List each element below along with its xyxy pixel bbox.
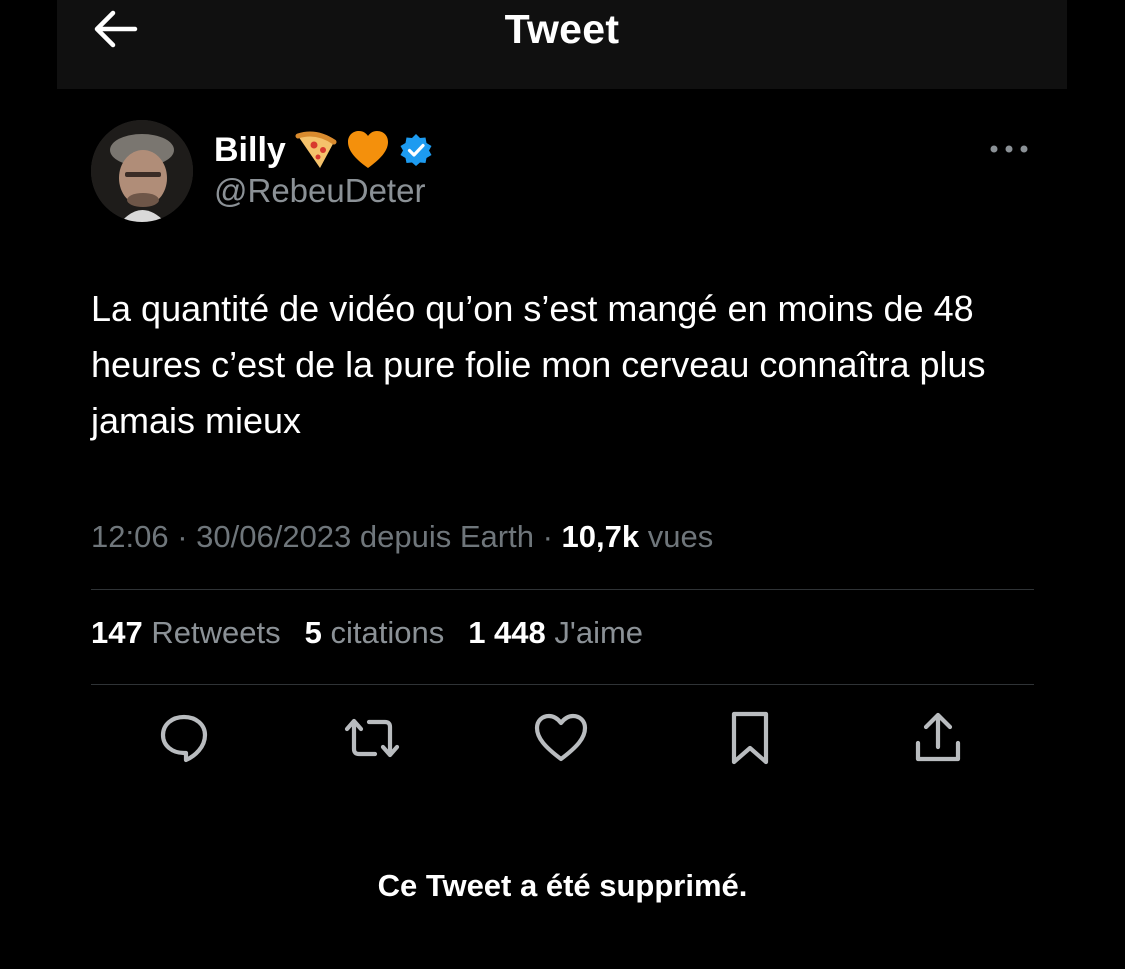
tweet-source: depuis Earth	[359, 519, 534, 554]
author-handle[interactable]: @RebeuDeter	[214, 172, 425, 210]
bookmark-icon	[728, 710, 772, 771]
retweets-stat[interactable]: 147 Retweets	[91, 615, 281, 651]
reply-icon	[157, 711, 211, 770]
tweet-time[interactable]: 12:06	[91, 519, 169, 554]
avatar[interactable]	[91, 120, 193, 222]
quotes-label: citations	[330, 615, 445, 650]
page-title: Tweet	[504, 6, 620, 52]
likes-label: J'aime	[554, 615, 644, 650]
retweets-label: Retweets	[151, 615, 281, 650]
engagement-stats: 147 Retweets 5 citations 1 448 J'aime	[91, 615, 643, 651]
author-name-row: Billy	[214, 126, 434, 174]
share-button[interactable]	[906, 708, 970, 772]
deleted-notice: Ce Tweet a été supprimé.	[377, 868, 748, 903]
pizza-emoji-icon	[294, 130, 338, 170]
divider	[91, 684, 1034, 685]
retweet-button[interactable]	[340, 708, 404, 772]
like-icon	[533, 713, 589, 768]
likes-count: 1 448	[468, 615, 546, 650]
meta-separator: ·	[542, 519, 562, 554]
meta-separator: ·	[177, 519, 197, 554]
like-button[interactable]	[529, 708, 593, 772]
retweets-count: 147	[91, 615, 143, 650]
more-dots-icon	[989, 141, 1029, 159]
action-bar	[91, 708, 1034, 772]
bookmark-button[interactable]	[718, 708, 782, 772]
divider	[91, 589, 1034, 590]
quotes-count: 5	[304, 615, 322, 650]
views-count: 10,7k	[561, 519, 640, 554]
quotes-stat[interactable]: 5 citations	[305, 615, 445, 651]
tweet-date[interactable]: 30/06/2023	[196, 519, 351, 554]
share-icon	[912, 711, 964, 770]
views-label: vues	[647, 519, 714, 554]
tweet-text: La quantité de vidéo qu’on s’est mangé e…	[91, 288, 986, 441]
top-bar: Tweet	[57, 0, 1067, 89]
likes-stat[interactable]: 1 448 J'aime	[468, 615, 643, 651]
retweet-icon	[341, 711, 403, 770]
orange-heart-icon	[346, 130, 390, 170]
author-display-name[interactable]: Billy	[214, 131, 286, 170]
reply-button[interactable]	[152, 708, 216, 772]
tweet-metadata: 12:06 · 30/06/2023 depuis Earth · 10,7k …	[91, 519, 713, 555]
more-options-button[interactable]	[985, 135, 1033, 165]
verified-badge-icon[interactable]	[398, 132, 434, 168]
